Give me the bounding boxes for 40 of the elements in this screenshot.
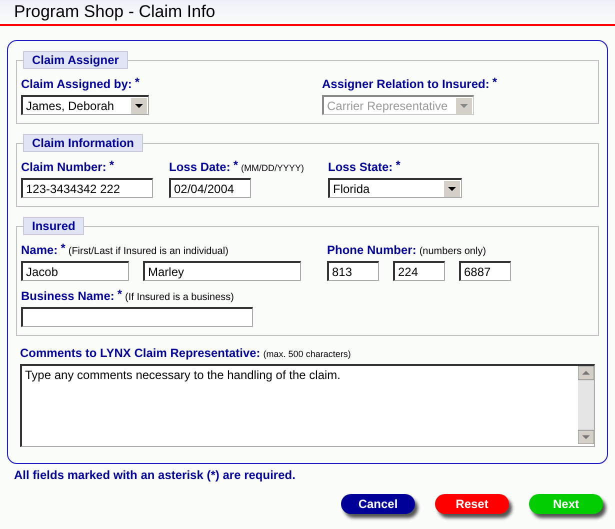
required-asterisk: * xyxy=(233,158,238,172)
action-button[interactable]: Cancel xyxy=(341,494,415,514)
required-asterisk: * xyxy=(60,241,66,255)
comments-field[interactable]: Type any comments necessary to the handling of the claim. xyxy=(20,364,595,447)
input-field[interactable]: Jacob xyxy=(21,261,129,281)
required-asterisk: * xyxy=(134,75,140,89)
input-field[interactable]: 224 xyxy=(393,261,445,281)
field-hint: (max. 500 characters) xyxy=(263,349,351,359)
field-label: Name: xyxy=(21,243,58,257)
dropdown[interactable]: Florida xyxy=(328,178,462,198)
input-field[interactable]: Marley xyxy=(143,261,301,281)
field-label: Business Name: xyxy=(21,289,114,303)
required-asterisk: * xyxy=(492,75,498,89)
section-legend: Insured xyxy=(23,217,84,235)
field-label: Loss State: xyxy=(328,160,393,174)
section-legend: Claim Information xyxy=(23,134,144,152)
field-label: Loss Date: xyxy=(169,160,230,174)
dropdown[interactable]: James, Deborah xyxy=(21,95,149,115)
input-field[interactable]: 6887 xyxy=(459,261,511,281)
required-asterisk: * xyxy=(396,158,400,172)
section-legend: Claim Assigner xyxy=(23,51,128,69)
input-field[interactable]: 813 xyxy=(327,261,379,281)
page-title: Program Shop - Claim Info xyxy=(14,2,216,21)
scrollbar[interactable] xyxy=(578,366,594,444)
field-hint: (numbers only) xyxy=(419,246,486,257)
input-field[interactable]: 02/04/2004 xyxy=(169,178,251,198)
field-hint: (If Insured is a business) xyxy=(125,292,234,303)
field-label: Claim Number: xyxy=(21,160,106,174)
field-label: Assigner Relation to Insured: xyxy=(322,77,490,91)
field-hint: (First/Last if Insured is an individual) xyxy=(68,246,228,257)
field-label: Comments to LYNX Claim Representative: xyxy=(20,346,260,360)
input-field[interactable]: 123-3434342 222 xyxy=(21,178,153,198)
required-asterisk: * xyxy=(117,287,122,301)
required-asterisk: * xyxy=(109,158,114,172)
field-hint: (MM/DD/YYYY) xyxy=(241,163,304,173)
input-field[interactable] xyxy=(21,307,253,327)
field-label: Claim Assigned by: xyxy=(21,77,132,91)
field-label: Phone Number: xyxy=(327,243,416,257)
action-button[interactable]: Reset xyxy=(435,494,509,514)
required-note: All fields marked with an asterisk (*) are required. xyxy=(14,468,296,482)
